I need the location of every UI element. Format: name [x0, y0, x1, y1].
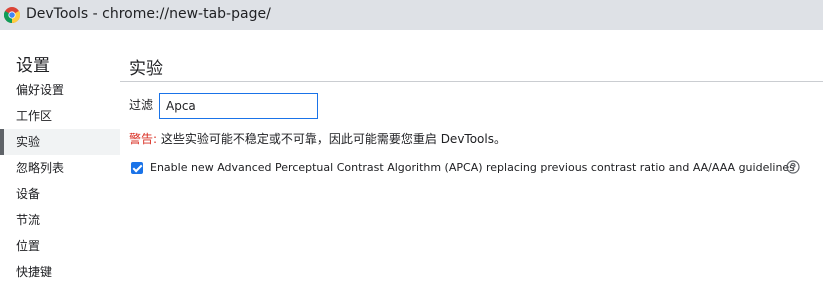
warning-text: 这些实验可能不稳定或不可靠，因此可能需要您重启 DevTools。 — [160, 132, 506, 146]
chrome-logo-icon — [4, 7, 20, 23]
page-title: 实验 — [129, 59, 163, 79]
window-title: DevTools - chrome://new-tab-page/ — [26, 6, 271, 22]
sidebar-item-shortcuts[interactable]: 快捷键 — [0, 259, 120, 285]
filter-label: 过滤 — [129, 98, 154, 112]
sidebar-item-workspace[interactable]: 工作区 — [0, 103, 120, 129]
warning-message: 警告: 这些实验可能不稳定或不可靠，因此可能需要您重启 DevTools。 — [129, 130, 506, 147]
sidebar-item-ignore-list[interactable]: 忽略列表 — [0, 155, 120, 181]
sidebar-title: 设置 — [16, 56, 50, 76]
sidebar-item-preferences[interactable]: 偏好设置 — [0, 77, 120, 103]
help-circle-icon[interactable] — [786, 160, 800, 174]
window-titlebar: DevTools - chrome://new-tab-page/ — [0, 0, 823, 30]
sidebar-item-throttling[interactable]: 节流 — [0, 207, 120, 233]
experiment-row-apca: Enable new Advanced Perceptual Contrast … — [131, 161, 795, 174]
apca-checkbox[interactable] — [131, 161, 143, 174]
warning-label: 警告: — [129, 132, 158, 146]
sidebar-item-locations[interactable]: 位置 — [0, 233, 120, 259]
settings-sidebar: 设置 偏好设置 工作区 实验 忽略列表 设备 节流 位置 快捷键 — [0, 30, 120, 300]
experiment-label-apca[interactable]: Enable new Advanced Perceptual Contrast … — [150, 161, 795, 174]
sidebar-item-experiments[interactable]: 实验 — [0, 129, 120, 155]
filter-input[interactable] — [159, 93, 318, 119]
title-divider — [120, 81, 823, 82]
sidebar-item-devices[interactable]: 设备 — [0, 181, 120, 207]
